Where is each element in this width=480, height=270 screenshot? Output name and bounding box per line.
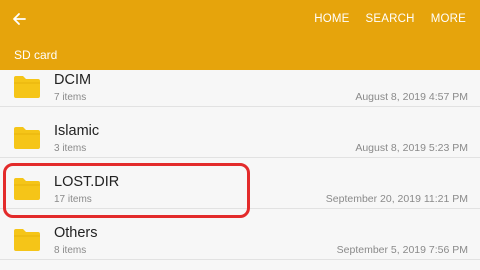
folder-modified-date: September 20, 2019 11:21 PM	[325, 193, 468, 205]
folder-icon	[14, 127, 40, 149]
app-bar: HOME SEARCH MORE SD card	[0, 0, 480, 70]
breadcrumb-path[interactable]: SD card	[14, 47, 57, 63]
folder-name: DCIM	[54, 72, 92, 88]
folder-modified-date: August 8, 2019 5:23 PM	[355, 142, 468, 154]
folder-item-count: 7 items	[54, 92, 87, 103]
folder-name: LOST.DIR	[54, 174, 120, 190]
folder-row-lost-dir[interactable]: LOST.DIR 17 items September 20, 2019 11:…	[0, 158, 480, 209]
search-button[interactable]: SEARCH	[358, 11, 423, 27]
arrow-left-icon	[13, 13, 26, 25]
folder-name: Others	[54, 225, 98, 241]
folder-modified-date: August 8, 2019 4:57 PM	[355, 91, 468, 103]
toolbar-actions: HOME SEARCH MORE	[306, 11, 474, 27]
folder-item-count: 8 items	[54, 245, 87, 256]
folder-item-count: 17 items	[54, 194, 92, 205]
back-button[interactable]	[6, 6, 32, 32]
folder-icon	[14, 229, 40, 251]
folder-row-islamic[interactable]: Islamic 3 items August 8, 2019 5:23 PM	[0, 107, 480, 158]
folder-list: DCIM 7 items August 8, 2019 4:57 PM Isla…	[0, 70, 480, 270]
folder-name: Islamic	[54, 123, 100, 139]
folder-icon	[14, 76, 40, 98]
folder-icon	[14, 178, 40, 200]
folder-row-others[interactable]: Others 8 items September 5, 2019 7:56 PM	[0, 209, 480, 260]
folder-modified-date: September 5, 2019 7:56 PM	[336, 244, 468, 256]
folder-row-dcim[interactable]: DCIM 7 items August 8, 2019 4:57 PM	[0, 70, 480, 107]
more-button[interactable]: MORE	[423, 11, 474, 27]
folder-item-count: 3 items	[54, 143, 87, 154]
home-button[interactable]: HOME	[306, 11, 357, 27]
